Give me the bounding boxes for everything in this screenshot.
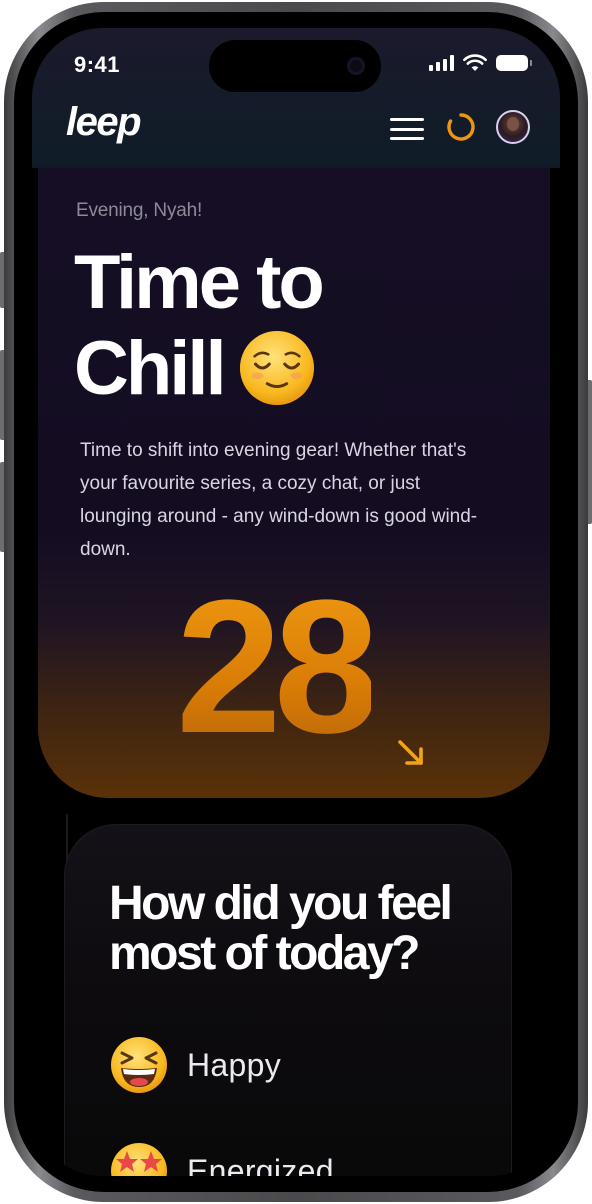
app-screen: 9:41 leep Evening, Nyah! Time to Chill T… <box>32 28 560 1176</box>
question-title: How did you feel most of today? <box>109 877 453 980</box>
status-time: 9:41 <box>74 52 121 77</box>
mood-option-happy[interactable]: Happy <box>109 1035 281 1095</box>
signal-icon <box>429 55 454 71</box>
wifi-icon <box>463 54 487 71</box>
progress-ring-icon[interactable] <box>446 112 476 142</box>
user-avatar[interactable] <box>496 110 530 144</box>
score-value: 28 <box>176 561 379 773</box>
page-title: Time to Chill <box>74 240 474 413</box>
title-line-2-text: Chill <box>74 326 227 411</box>
mood-label-energized: Energized <box>187 1152 334 1177</box>
app-logo[interactable]: leep <box>66 100 142 145</box>
arrow-down-right-icon <box>398 740 423 765</box>
title-line-2: Chill <box>74 326 474 413</box>
title-line-1: Time to <box>74 240 325 325</box>
camera-icon <box>347 57 365 75</box>
star-struck-face-icon <box>111 1143 167 1176</box>
hero-description: Time to shift into evening gear! Whether… <box>80 440 478 560</box>
top-bar: 9:41 leep <box>32 28 560 168</box>
mood-option-energized[interactable]: Energized <box>109 1141 334 1176</box>
dynamic-island <box>209 40 381 92</box>
hero-card: Evening, Nyah! Time to Chill Time to shi… <box>38 168 550 798</box>
mood-question-card: How did you feel most of today? Happy En… <box>64 824 512 1176</box>
phone-mockup: 9:41 leep Evening, Nyah! Time to Chill T… <box>0 0 592 1204</box>
app-header: leep <box>32 96 560 166</box>
status-icons <box>429 54 532 72</box>
grinning-squinting-face-icon <box>111 1037 167 1093</box>
mood-label-happy: Happy <box>187 1046 281 1083</box>
battery-icon <box>496 55 532 71</box>
greeting-text: Evening, Nyah! <box>76 200 203 221</box>
relieved-face-icon <box>239 330 314 405</box>
hamburger-menu-icon[interactable] <box>390 118 424 140</box>
